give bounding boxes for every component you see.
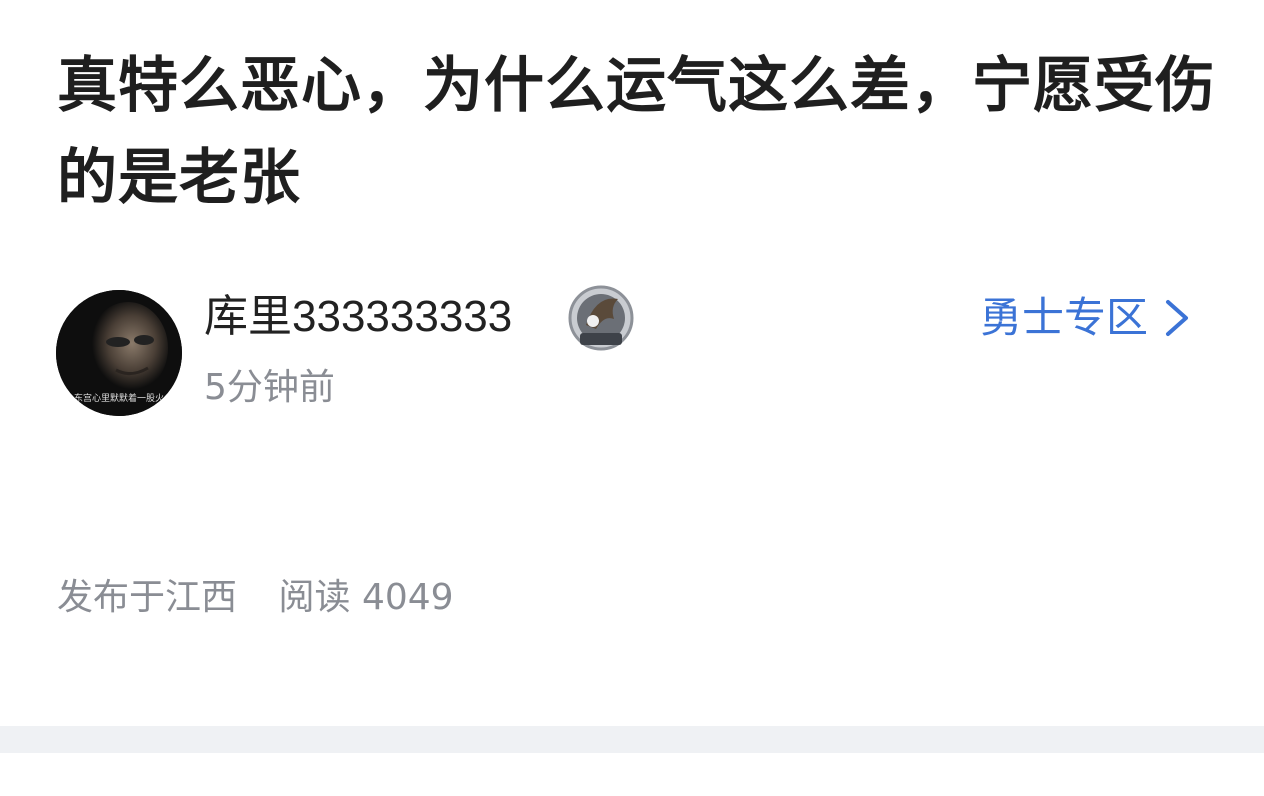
section-divider (0, 726, 1264, 753)
author-username[interactable]: 库里333333333 (204, 290, 512, 344)
chevron-right-icon (1162, 296, 1192, 340)
post-time: 5分钟前 (204, 367, 335, 408)
post-location: 发布于江西 (57, 577, 238, 618)
forum-link[interactable]: 勇士专区 (980, 290, 1192, 346)
post-title: 真特么恶心，为什么运气这么差，宁愿受伤的是老张 (57, 51, 1216, 213)
reads-label: 阅读 (278, 577, 351, 618)
author-avatar[interactable]: 东宫心里默默着一股火 (56, 290, 182, 416)
post-meta: 发布于江西 阅读 4049 (57, 573, 454, 623)
reads-count: 4049 (361, 577, 454, 618)
level-badge-icon (566, 285, 636, 351)
avatar-caption: 东宫心里默默着一股火 (74, 394, 165, 404)
forum-label: 勇士专区 (979, 293, 1148, 342)
